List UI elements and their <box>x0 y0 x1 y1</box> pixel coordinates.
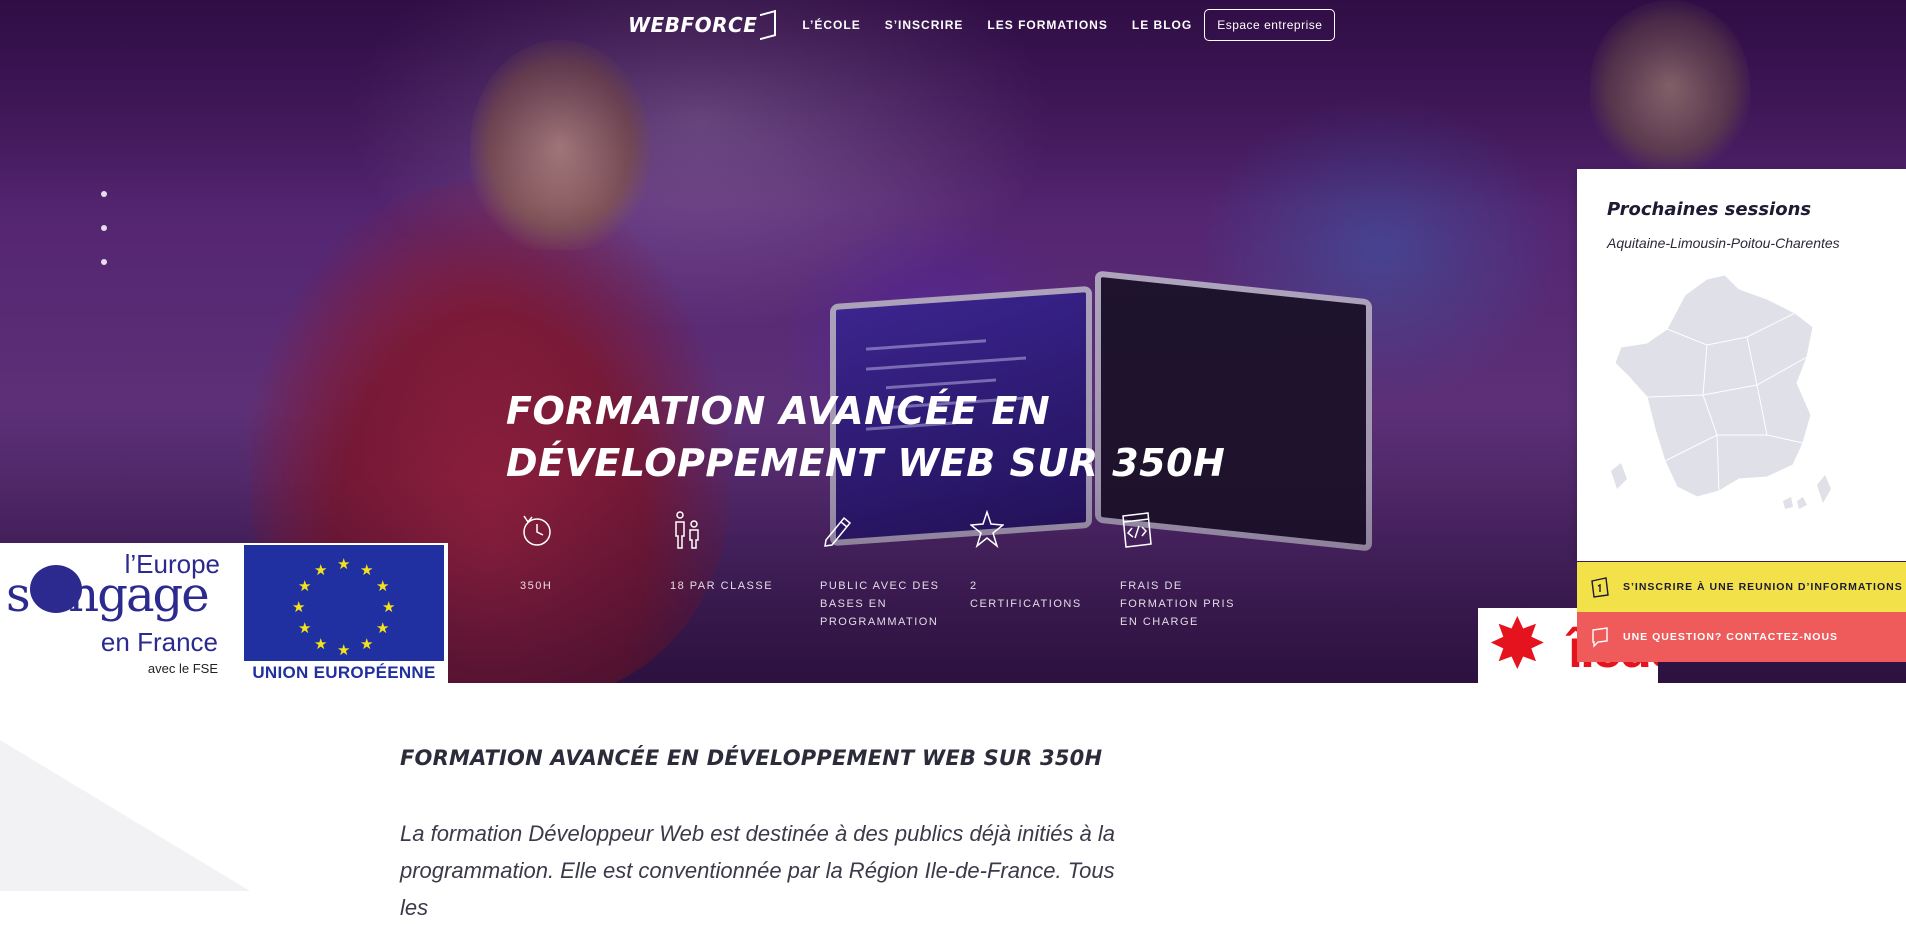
contact-label: UNE QUESTION? CONTACTEZ-NOUS <box>1623 631 1839 643</box>
feature-funding: FRAIS DE FORMATION PRIS EN CHARGE <box>1106 510 1256 631</box>
nav-item-blog[interactable]: LE BLOG <box>1132 18 1192 32</box>
eu-logos: l’Europe s’engage en France avec le FSE … <box>0 543 448 683</box>
sessions-region[interactable]: Aquitaine-Limousin-Poitou-Charentes <box>1607 235 1840 251</box>
webforce-logo[interactable]: WEBFORCE <box>628 9 777 41</box>
slider-dot-3[interactable] <box>101 259 107 265</box>
calendar-icon <box>1591 577 1609 598</box>
feature-label: 18 PAR CLASSE <box>670 580 774 592</box>
eu-france-text: en France <box>100 627 218 657</box>
feature-public: PUBLIC AVEC DES BASES EN PROGRAMMATION <box>806 510 956 631</box>
contact-button[interactable]: UNE QUESTION? CONTACTEZ-NOUS <box>1577 612 1906 662</box>
hero-title-line-1: FORMATION AVANCÉE EN <box>506 389 1051 433</box>
france-map[interactable] <box>1607 265 1847 525</box>
eu-flag-icon: ★ ★ ★ ★ ★ ★ ★ ★ ★ ★ ★ ★ <box>244 545 444 661</box>
eu-engage-text: s’engage <box>6 567 210 623</box>
feature-certifications: 2 CERTIFICATIONS <box>956 509 1106 631</box>
pencil-icon <box>824 516 852 547</box>
info-session-button[interactable]: S’INSCRIRE À UNE REUNION D’INFORMATIONS <box>1577 562 1906 612</box>
star-icon <box>969 509 1005 549</box>
feature-label: PUBLIC AVEC DES BASES EN PROGRAMMATION <box>820 580 940 628</box>
hero-title-line-2: DÉVELOPPEMENT WEB SUR 350H <box>506 441 1226 485</box>
feature-label: FRAIS DE FORMATION PRIS EN CHARGE <box>1120 580 1235 628</box>
sessions-panel: Prochaines sessions Aquitaine-Limousin-P… <box>1577 169 1906 561</box>
nav-item-formations[interactable]: LES FORMATIONS <box>987 18 1107 32</box>
top-navigation: WEBFORCE L’ÉCOLE S’INSCRIRE LES FORMATIO… <box>628 8 1336 42</box>
eu-union-text: UNION EUROPÉENNE <box>252 663 436 682</box>
section-title: FORMATION AVANCÉE EN DÉVELOPPEMENT WEB S… <box>400 746 1103 770</box>
europe-engage-logo: l’Europe s’engage en France avec le FSE <box>0 543 240 683</box>
feature-class-size: 18 PAR CLASSE <box>656 510 806 631</box>
idf-star-icon: ✸ <box>1488 608 1547 683</box>
feature-label: 350H <box>520 580 553 592</box>
feature-duration: 350H <box>506 510 656 631</box>
espace-entreprise-button[interactable]: Espace entreprise <box>1204 9 1336 41</box>
sessions-title: Prochaines sessions <box>1607 199 1812 220</box>
chat-icon <box>1592 627 1608 648</box>
slider-dot-2[interactable] <box>101 225 107 231</box>
info-session-label: S’INSCRIRE À UNE REUNION D’INFORMATIONS <box>1623 581 1903 593</box>
nav-item-ecole[interactable]: L’ÉCOLE <box>802 18 860 32</box>
slider-dot-1[interactable] <box>101 191 107 197</box>
decorative-shape <box>0 740 250 891</box>
union-europeenne-logo: ★ ★ ★ ★ ★ ★ ★ ★ ★ ★ ★ ★ UNION EUROPÉENNE <box>240 543 448 683</box>
intro-paragraph: La formation Développeur Web est destiné… <box>400 821 1116 920</box>
code-icon <box>1122 512 1152 548</box>
hero-title: FORMATION AVANCÉE EN DÉVELOPPEMENT WEB S… <box>506 385 1266 489</box>
feature-list: 350H 18 PAR CLASSE PUBLIC AVEC DES BASES… <box>506 509 1256 631</box>
feature-label: 2 CERTIFICATIONS <box>970 580 1082 610</box>
clock-icon <box>523 515 551 546</box>
people-icon <box>675 511 699 549</box>
logo-text: WEBFORCE <box>628 13 758 37</box>
logo-mark-icon <box>760 9 777 41</box>
nav-item-inscrire[interactable]: S’INSCRIRE <box>885 18 964 32</box>
eu-fse-text: avec le FSE <box>147 661 218 676</box>
